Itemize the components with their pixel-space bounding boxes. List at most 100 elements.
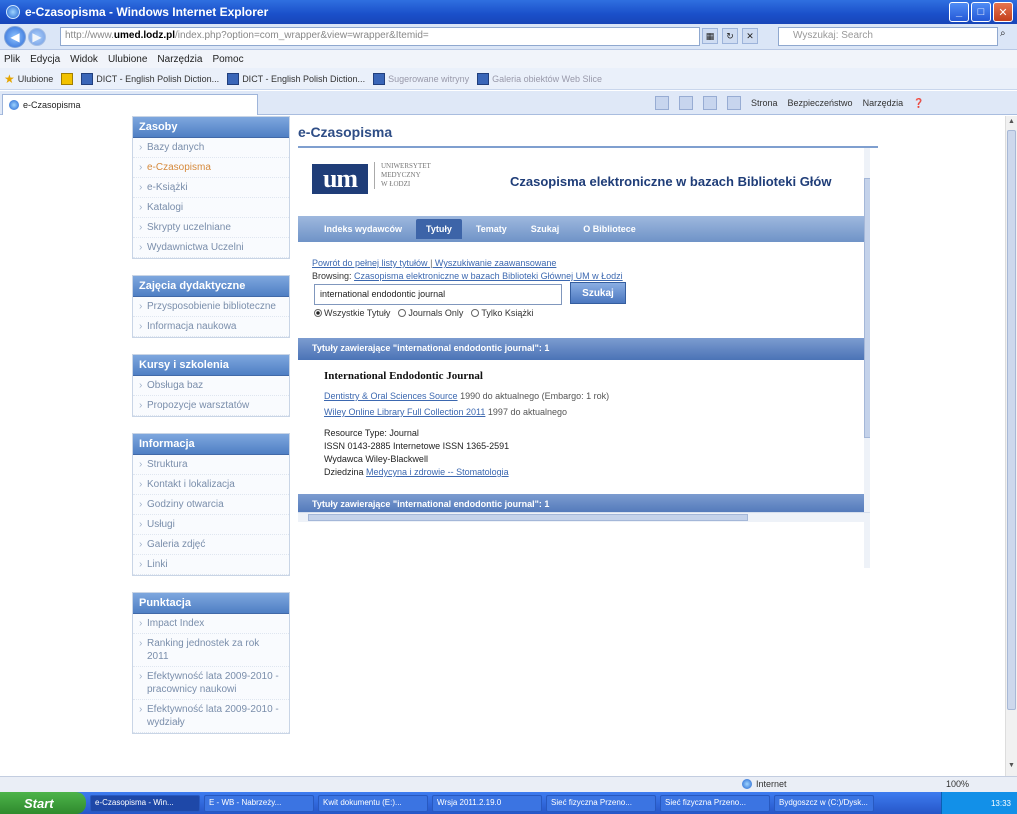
favorites-item[interactable] — [61, 72, 74, 85]
help-icon[interactable]: ❓ — [913, 98, 924, 109]
tab-e-czasopisma[interactable]: e-Czasopisma — [2, 94, 258, 115]
favorites-item-label: Galeria obiektów Web Slice — [492, 73, 603, 84]
sidebar-box-zajecia: Zajęcia dydaktyczne Przysposobienie bibl… — [132, 275, 290, 338]
sidebar-item[interactable]: Wydawnictwa Uczelni — [133, 238, 289, 258]
tab-tytuly[interactable]: Tytuły — [416, 219, 462, 239]
sidebar-item[interactable]: Struktura — [133, 455, 289, 475]
scroll-thumb[interactable] — [308, 514, 748, 521]
sidebar-item[interactable]: Usługi — [133, 515, 289, 535]
frame-vertical-scrollbar[interactable] — [864, 148, 870, 568]
favorites-item[interactable]: DICT - English Polish Diction... — [81, 72, 219, 85]
issn: ISSN 0143-2885 Internetowe ISSN 1365-259… — [324, 441, 510, 451]
results-header: Tytuły zawierające "international endodo… — [298, 338, 864, 360]
command-safety[interactable]: Bezpieczeństwo — [788, 98, 853, 108]
sidebar-item[interactable]: Galeria zdjęć — [133, 535, 289, 555]
frame-horizontal-scrollbar[interactable] — [298, 512, 870, 522]
sidebar-item[interactable]: Efektywność lata 2009-2010 - wydziały — [133, 700, 289, 733]
um-text-line: W ŁODZI — [381, 180, 411, 188]
feeds-icon[interactable] — [679, 96, 693, 110]
back-button[interactable]: ◀ — [4, 25, 26, 48]
sidebar-item[interactable]: Przysposobienie biblioteczne — [133, 297, 289, 317]
zoom-level[interactable]: 100% — [946, 779, 969, 789]
tab-o-bibliotece[interactable]: O Bibliotece — [573, 219, 646, 239]
scroll-thumb[interactable] — [864, 178, 870, 438]
tab-indeks-wydawcow[interactable]: Indeks wydawców — [314, 219, 412, 239]
page-vertical-scrollbar[interactable]: ▲ ▼ — [1005, 116, 1017, 776]
sidebar-box-punktacja: Punktacja Impact Index Ranking jednostek… — [132, 592, 290, 734]
sidebar-item[interactable]: Obsługa baz — [133, 376, 289, 396]
menu-item[interactable]: Plik — [4, 54, 20, 65]
taskbar-item[interactable]: Wrsja 2011.2.19.0 — [432, 794, 542, 812]
close-button[interactable]: ✕ — [993, 2, 1013, 22]
sidebar-item[interactable]: Efektywność lata 2009-2010 - pracownicy … — [133, 667, 289, 700]
radio-indicator — [398, 309, 407, 317]
sidebar-item[interactable]: Bazy danych — [133, 138, 289, 158]
sidebar-item[interactable]: Impact Index — [133, 614, 289, 634]
taskbar-item[interactable]: Bydgoszcz w (C:)/Dysk... — [774, 794, 874, 812]
links-row: Powrót do pełnej listy tytułów | Wyszuki… — [312, 258, 556, 268]
provider-link[interactable]: Wiley Online Library Full Collection 201… — [324, 407, 485, 417]
favorites-item[interactable]: Sugerowane witryny — [373, 72, 469, 85]
favorites-button[interactable]: ★ Ulubione — [4, 72, 53, 86]
tab-tematy[interactable]: Tematy — [466, 219, 517, 239]
address-bar[interactable]: http://www.umed.lodz.pl/index.php?option… — [60, 27, 700, 46]
maximize-button[interactable]: □ — [971, 2, 991, 22]
menu-item[interactable]: Widok — [70, 54, 98, 65]
advanced-search-link[interactable]: Wyszukiwanie zaawansowane — [435, 258, 556, 268]
sidebar-item[interactable]: Informacja naukowa — [133, 317, 289, 337]
radio-books-only[interactable]: Tylko Książki — [471, 308, 533, 318]
sidebar-item[interactable]: Ranking jednostek za rok 2011 — [133, 634, 289, 667]
radio-journals-only[interactable]: Journals Only — [398, 308, 463, 318]
radio-indicator — [471, 309, 480, 317]
minimize-button[interactable]: _ — [949, 2, 969, 22]
browsing-link[interactable]: Czasopisma elektroniczne w bazach Biblio… — [354, 271, 623, 281]
sidebar-item[interactable]: Godziny otwarcia — [133, 495, 289, 515]
menu-item[interactable]: Ulubione — [108, 54, 147, 65]
print-icon[interactable] — [727, 96, 741, 110]
radio-all-titles[interactable]: Wszystkie Tytuły — [314, 308, 390, 318]
favorites-item[interactable]: Galeria obiektów Web Slice — [477, 72, 603, 85]
command-tools[interactable]: Narzędzia — [863, 98, 904, 108]
stop-icon[interactable]: ✕ — [742, 28, 758, 44]
taskbar-item[interactable]: Kwit dokumentu (E:)... — [318, 794, 428, 812]
tab-szukaj[interactable]: Szukaj — [521, 219, 570, 239]
menu-item[interactable]: Edycja — [30, 54, 60, 65]
sidebar-item[interactable]: Propozycje warsztatów — [133, 396, 289, 416]
home-icon[interactable] — [655, 96, 669, 110]
search-icon[interactable]: ⌕ — [1000, 28, 1014, 44]
scroll-thumb[interactable] — [1007, 130, 1016, 710]
back-to-list-link[interactable]: Powrót do pełnej listy tytułów — [312, 258, 428, 268]
taskbar-item[interactable]: e-Czasopisma - Win... — [90, 794, 200, 812]
sidebar-item[interactable]: Linki — [133, 555, 289, 575]
search-input[interactable]: Wyszukaj: Search — [778, 27, 998, 46]
sidebar-item-active[interactable]: e-Czasopisma — [133, 158, 289, 178]
taskbar-item[interactable]: Sieć fizyczna Przeno... — [546, 794, 656, 812]
subject-prefix: Dziedzina — [324, 467, 364, 477]
command-page[interactable]: Strona — [751, 98, 778, 108]
mail-icon[interactable] — [703, 96, 717, 110]
subject-link[interactable]: Medycyna i zdrowie -- Stomatologia — [366, 467, 509, 477]
menu-item[interactable]: Narzędzia — [157, 54, 202, 65]
sidebar-item[interactable]: e-Książki — [133, 178, 289, 198]
ejournal-frame: um UNIWERSYTET MEDYCZNY W ŁODZI Czasopis… — [298, 148, 870, 568]
sidebar-box-title: Zajęcia dydaktyczne — [133, 276, 289, 297]
sidebar-item[interactable]: Katalogi — [133, 198, 289, 218]
sidebar-item[interactable]: Skrypty uczelniane — [133, 218, 289, 238]
forward-button[interactable]: ▶ — [28, 27, 46, 46]
scroll-up-icon[interactable]: ▲ — [1007, 118, 1016, 128]
refresh-icon[interactable]: ↻ — [722, 28, 738, 44]
taskbar-item[interactable]: E - WB - Nabrzeży... — [204, 794, 314, 812]
start-button[interactable]: Start — [0, 792, 86, 814]
system-tray: 13:33 — [941, 792, 1017, 814]
compatibility-icon[interactable]: ▦ — [702, 28, 718, 44]
title-search-input[interactable]: international endodontic journal — [314, 284, 562, 305]
search-button[interactable]: Szukaj — [570, 282, 626, 304]
um-logo: um — [312, 164, 368, 194]
provider-link[interactable]: Dentistry & Oral Sciences Source — [324, 391, 458, 401]
scroll-down-icon[interactable]: ▼ — [1007, 762, 1016, 772]
search-scope-radios: Wszystkie Tytuły Journals Only Tylko Ksi… — [314, 308, 533, 318]
menu-item[interactable]: Pomoc — [212, 54, 243, 65]
taskbar-item[interactable]: Sieć fizyczna Przeno... — [660, 794, 770, 812]
sidebar-item[interactable]: Kontakt i lokalizacja — [133, 475, 289, 495]
favorites-item[interactable]: DICT - English Polish Diction... — [227, 72, 365, 85]
